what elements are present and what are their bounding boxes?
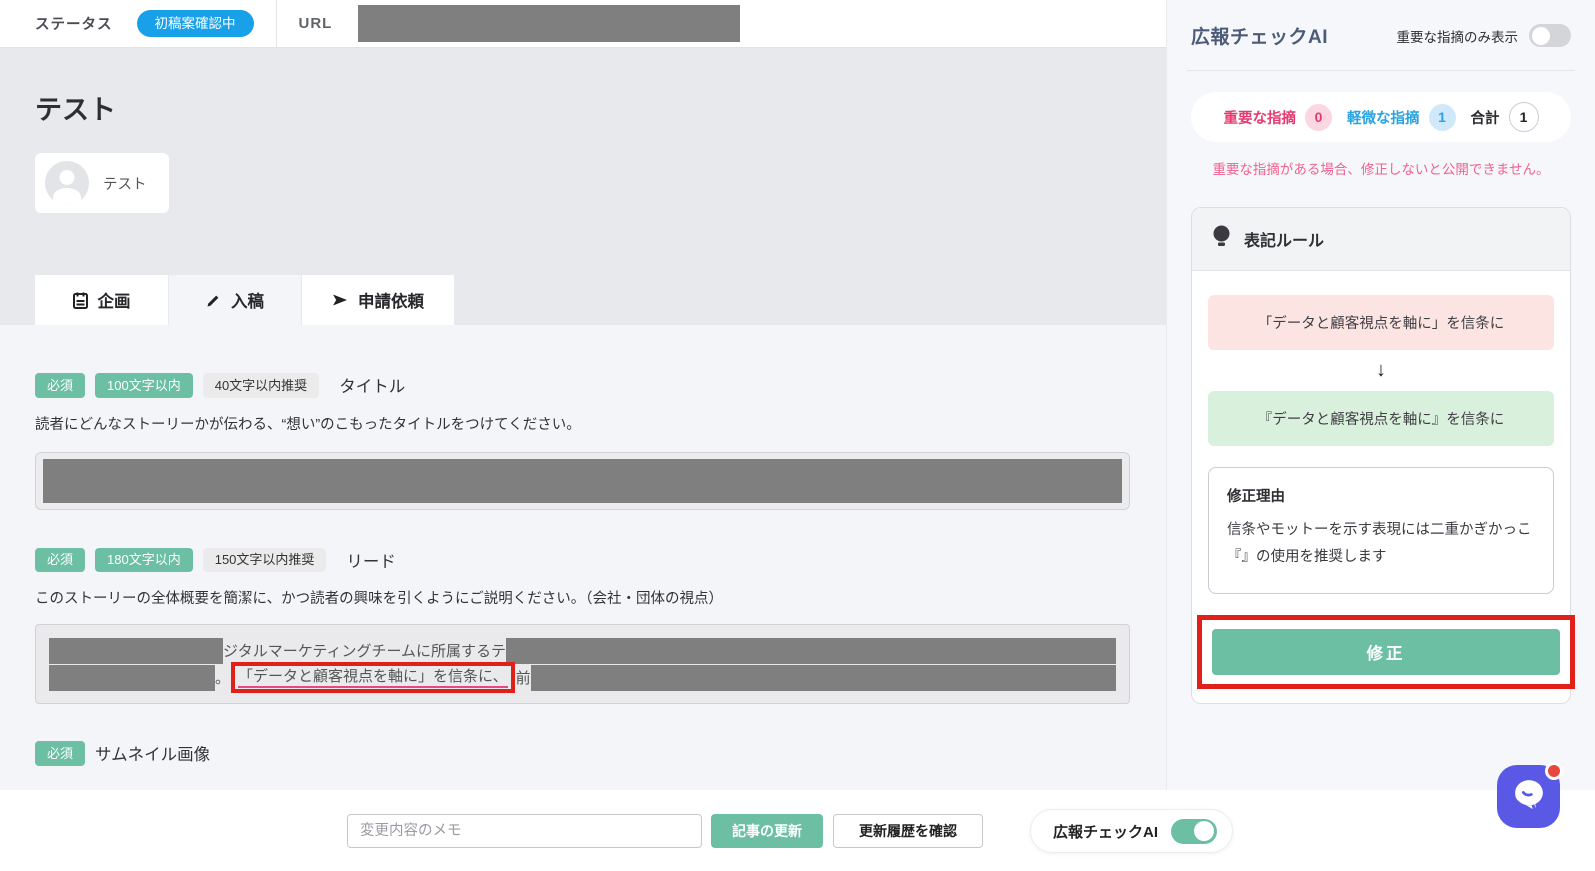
status-label: ステータス xyxy=(35,17,113,33)
lead-line2-prefix: 。 xyxy=(215,670,231,688)
panel-header: 広報チェックAI 重要な指摘のみ表示 xyxy=(1191,22,1571,49)
stat-minor[interactable]: 軽微な指摘 1 xyxy=(1347,103,1456,131)
required-badge: 必須 xyxy=(35,741,86,766)
stat-total[interactable]: 合計 1 xyxy=(1471,102,1539,132)
send-icon xyxy=(332,293,348,307)
title-help-text: 読者にどんなストーリーかが伝わる、“想い”のこもったタイトルをつけてください。 xyxy=(35,416,581,433)
lead-line-1: ジタルマーケティングチームに所属するテ xyxy=(49,637,1116,664)
title-field-header: 必須 100文字以内 40文字以内推奨 タイトル xyxy=(35,373,1130,398)
lead-line2-suffix: 前 xyxy=(515,670,531,688)
url-label: URL xyxy=(298,15,333,32)
arrow-down-icon: ↓ xyxy=(1376,358,1386,381)
before-text-box: 「データと顧客視点を軸に」を信条に xyxy=(1208,294,1554,350)
fix-reason-text: 信条やモットーを示す表現には二重かぎかっこ『』の使用を推奨します xyxy=(1227,521,1532,566)
char-limit-badge: 180文字以内 xyxy=(95,547,193,573)
tab-bar: 企画 入稿 申請依頼 xyxy=(35,275,454,325)
redacted-text xyxy=(43,458,1122,503)
lead-visible-text: ジタルマーケティングチームに所属するテ xyxy=(223,643,507,661)
tab-submission[interactable]: 入稿 xyxy=(168,275,301,325)
lead-textarea[interactable]: ジタルマーケティングチームに所属するテ 。「データと顧客視点を軸に」を信条に、前 xyxy=(35,624,1130,705)
toggle-knob xyxy=(1531,26,1550,45)
chat-bubble-icon xyxy=(1509,774,1549,819)
char-recommend-badge: 40文字以内推奨 xyxy=(202,373,320,398)
status-badge: 初稿案確認中 xyxy=(136,9,254,38)
bottom-action-bar: 記事の更新 更新履歴を確認 広報チェックAI xyxy=(0,790,1595,871)
ai-check-toggle[interactable] xyxy=(1171,818,1218,844)
notation-rule-card: 表記ルール 「データと顧客視点を軸に」を信条に ↓ 『データと顧客視点を軸に』を… xyxy=(1191,206,1575,705)
rule-card-title: 表記ルール xyxy=(1244,232,1325,250)
stat-important[interactable]: 重要な指摘 0 xyxy=(1223,103,1332,131)
fix-reason-title: 修正理由 xyxy=(1227,488,1285,505)
fix-button[interactable]: 修正 xyxy=(1212,629,1560,676)
update-article-button[interactable]: 記事の更新 xyxy=(711,814,823,848)
flagged-text: 「データと顧客視点を軸に」を信条に、 xyxy=(238,667,508,689)
tab-approval-request[interactable]: 申請依頼 xyxy=(301,275,454,325)
page-title: テスト xyxy=(35,95,116,125)
after-text-box: 『データと顧客視点を軸に』を信条に xyxy=(1208,390,1554,446)
tab-label: 入稿 xyxy=(231,293,264,311)
highlight-box: 「データと顧客視点を軸に」を信条に、 xyxy=(231,662,515,694)
change-memo-input[interactable] xyxy=(347,814,702,848)
rule-card-body: 「データと顧客視点を軸に」を信条に ↓ 『データと顧客視点を軸に』を信条に 修正… xyxy=(1192,271,1575,690)
char-limit-badge: 100文字以内 xyxy=(95,373,193,398)
author-card[interactable]: テスト xyxy=(35,153,169,213)
filter-toggle-label: 重要な指摘のみ表示 xyxy=(1396,29,1519,45)
redacted-text xyxy=(506,637,1116,664)
redacted-text xyxy=(49,664,215,691)
url-redacted-value xyxy=(358,5,741,42)
pr-check-ai-panel: 広報チェックAI 重要な指摘のみ表示 重要な指摘 0 軽微な指摘 1 合計 1 … xyxy=(1166,0,1595,790)
stat-label: 軽微な指摘 xyxy=(1347,110,1420,127)
ai-check-toggle-pill: 広報チェックAI xyxy=(1030,809,1234,853)
stat-count-badge: 1 xyxy=(1508,102,1539,132)
topbar: ステータス 初稿案確認中 URL xyxy=(0,0,1166,48)
important-only-filter: 重要な指摘のみ表示 xyxy=(1396,24,1571,47)
main-column: ステータス 初稿案確認中 URL テスト テスト 企画 入稿 申請依頼 必須 1… xyxy=(0,0,1166,790)
thumbnail-field-header: 必須 サムネイル画像 xyxy=(35,741,1130,766)
tab-label: 申請依頼 xyxy=(358,293,424,311)
lead-field-header: 必須 180文字以内 150文字以内推奨 リード xyxy=(35,547,1130,573)
redacted-text xyxy=(530,664,1116,691)
issue-stats-bar: 重要な指摘 0 軽微な指摘 1 合計 1 xyxy=(1191,92,1571,142)
rule-card-header: 表記ルール xyxy=(1192,207,1570,271)
lead-help-text: このストーリーの全体概要を簡潔に、かつ読者の興味を引くようにご説明ください。（会… xyxy=(35,591,724,608)
author-name: テスト xyxy=(103,176,147,193)
lead-field-label: リード xyxy=(346,552,396,571)
char-recommend-badge: 150文字以内推奨 xyxy=(202,547,327,573)
toggle-knob xyxy=(1194,821,1215,841)
required-badge: 必須 xyxy=(35,547,86,573)
clipboard-icon xyxy=(72,292,88,309)
notification-dot xyxy=(1545,762,1563,780)
publish-warning-text: 重要な指摘がある場合、修正しないと公開できません。 xyxy=(1212,162,1550,177)
panel-divider xyxy=(1187,70,1575,71)
important-only-toggle[interactable] xyxy=(1529,24,1571,47)
lead-field: 必須 180文字以内 150文字以内推奨 リード このストーリーの全体概要を簡潔… xyxy=(35,547,1130,705)
tab-planning[interactable]: 企画 xyxy=(35,275,168,325)
stat-count-badge: 1 xyxy=(1428,103,1456,131)
stat-label: 重要な指摘 xyxy=(1223,110,1297,127)
highlight-box: 修正 xyxy=(1197,615,1575,690)
update-history-button[interactable]: 更新履歴を確認 xyxy=(833,814,983,848)
required-badge: 必須 xyxy=(35,373,86,398)
stat-label: 合計 xyxy=(1470,110,1500,127)
pencil-icon xyxy=(206,293,221,308)
page: ステータス 初稿案確認中 URL テスト テスト 企画 入稿 申請依頼 必須 1… xyxy=(0,0,1595,871)
title-field-label: タイトル xyxy=(339,378,406,397)
topbar-divider xyxy=(275,0,277,47)
panel-title: 広報チェックAI xyxy=(1191,27,1329,48)
stat-count-badge: 0 xyxy=(1305,103,1332,131)
form-section: 必須 100文字以内 40文字以内推奨 タイトル 読者にどんなストーリーかが伝わ… xyxy=(0,325,1166,790)
lead-line-2: 。「データと顧客視点を軸に」を信条に、前 xyxy=(49,662,1116,694)
ai-toggle-label: 広報チェックAI xyxy=(1053,823,1159,841)
title-input[interactable] xyxy=(35,451,1130,510)
avatar-icon xyxy=(45,161,89,205)
lightbulb-icon xyxy=(1212,225,1231,253)
thumbnail-field-label: サムネイル画像 xyxy=(95,746,211,765)
chat-launcher-button[interactable] xyxy=(1497,762,1563,828)
tab-label: 企画 xyxy=(97,293,131,311)
redacted-text xyxy=(49,637,223,664)
article-header-section: テスト テスト 企画 入稿 申請依頼 xyxy=(0,48,1166,325)
fix-reason-box: 修正理由 信条やモットーを示す表現には二重かぎかっこ『』の使用を推奨します xyxy=(1208,466,1554,595)
